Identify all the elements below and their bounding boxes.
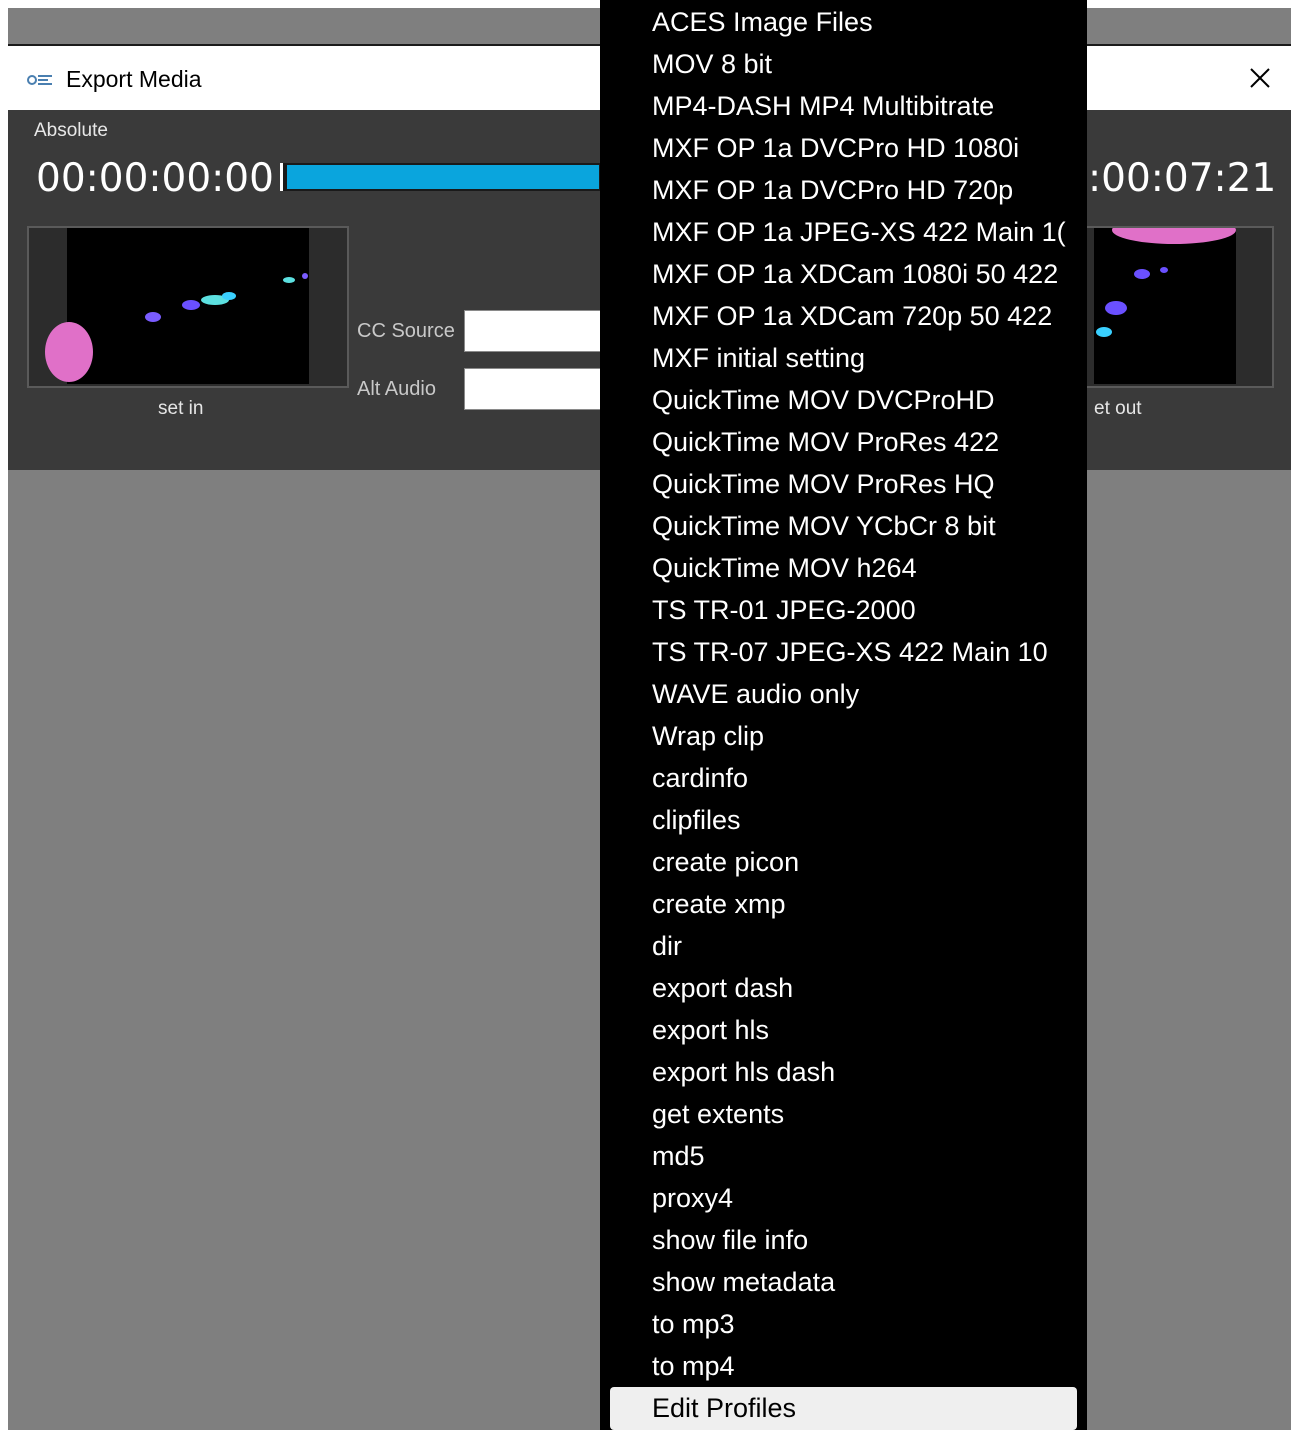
profile-menu-item[interactable]: create picon [652,841,1082,883]
close-button[interactable] [1236,58,1284,98]
timecode-mode-label: Absolute [34,120,108,141]
cc-source-label: CC Source [357,320,455,342]
set-in-label: set in [158,398,204,419]
profile-menu-item[interactable]: MXF OP 1a DVCPro HD 1080i [652,127,1082,169]
out-timecode: :00:07:21 [1088,156,1277,201]
profile-menu-item[interactable]: QuickTime MOV ProRes 422 [652,421,1082,463]
profile-menu-item[interactable]: MOV 8 bit [652,43,1082,85]
alt-audio-input[interactable] [464,368,614,410]
profile-menu-item[interactable]: to mp4 [652,1345,1082,1387]
profile-menu-item[interactable]: MP4-DASH MP4 Multibitrate [652,85,1082,127]
profile-menu-item[interactable]: proxy4 [652,1177,1082,1219]
in-thumbnail[interactable] [27,226,349,388]
progress-fill [287,165,599,189]
profile-menu-item[interactable]: export dash [652,967,1082,1009]
profile-menu-item[interactable]: MXF OP 1a DVCPro HD 720p [652,169,1082,211]
cc-source-input[interactable] [464,310,614,352]
profile-menu-item[interactable]: ACES Image Files [652,1,1082,43]
profile-menu-item[interactable]: QuickTime MOV h264 [652,547,1082,589]
close-icon [1250,68,1270,88]
profile-menu-item[interactable]: md5 [652,1135,1082,1177]
window-title: Export Media [66,66,202,92]
profile-menu-item[interactable]: export hls [652,1009,1082,1051]
profile-menu-item[interactable]: QuickTime MOV YCbCr 8 bit [652,505,1082,547]
profile-menu-item[interactable]: MXF OP 1a XDCam 720p 50 422 [652,295,1082,337]
profile-menu-item[interactable]: dir [652,925,1082,967]
profile-menu-item[interactable]: TS TR-01 JPEG-2000 [652,589,1082,631]
profile-menu-item[interactable]: get extents [652,1093,1082,1135]
export-progress-bar [280,163,613,191]
out-thumbnail[interactable] [1062,216,1274,388]
profile-menu-item[interactable]: export hls dash [652,1051,1082,1093]
profile-menu-item[interactable]: cardinfo [652,757,1082,799]
set-out-label: et out [1094,398,1142,419]
profile-menu-item[interactable]: MXF OP 1a XDCam 1080i 50 422 [652,253,1082,295]
alt-audio-label: Alt Audio [357,378,436,400]
profile-menu-item[interactable]: Wrap clip [652,715,1082,757]
profile-menu-item[interactable]: QuickTime MOV ProRes HQ [652,463,1082,505]
in-timecode: 00:00:00:00 [36,156,274,201]
desktop-strip-left [0,0,8,1430]
out-frame-image [1094,216,1236,384]
profile-menu-item[interactable]: clipfiles [652,799,1082,841]
profile-menu-item[interactable]: MXF OP 1a JPEG-XS 422 Main 1( [652,211,1082,253]
export-profile-menu: ACES Image Files MOV 8 bit MP4-DASH MP4 Mu… [600,0,1087,1430]
profile-menu-item[interactable]: show metadata [652,1261,1082,1303]
profile-menu-item[interactable]: to mp3 [652,1303,1082,1345]
app-logo-icon [27,75,52,85]
edit-profiles-label: Edit Profiles [652,1393,797,1423]
profile-menu-item[interactable]: QuickTime MOV DVCProHD [652,379,1082,421]
profile-menu-item[interactable]: MXF initial setting [652,337,1082,379]
in-frame-image [45,228,309,384]
profile-menu-item[interactable]: WAVE audio only [652,673,1082,715]
profile-menu-item[interactable]: TS TR-07 JPEG-XS 422 Main 10 [652,631,1082,673]
profile-menu-item[interactable]: show file info [652,1219,1082,1261]
profile-menu-item[interactable]: create xmp [652,883,1082,925]
edit-profiles-menu-item[interactable]: Edit Profiles [610,1387,1077,1430]
